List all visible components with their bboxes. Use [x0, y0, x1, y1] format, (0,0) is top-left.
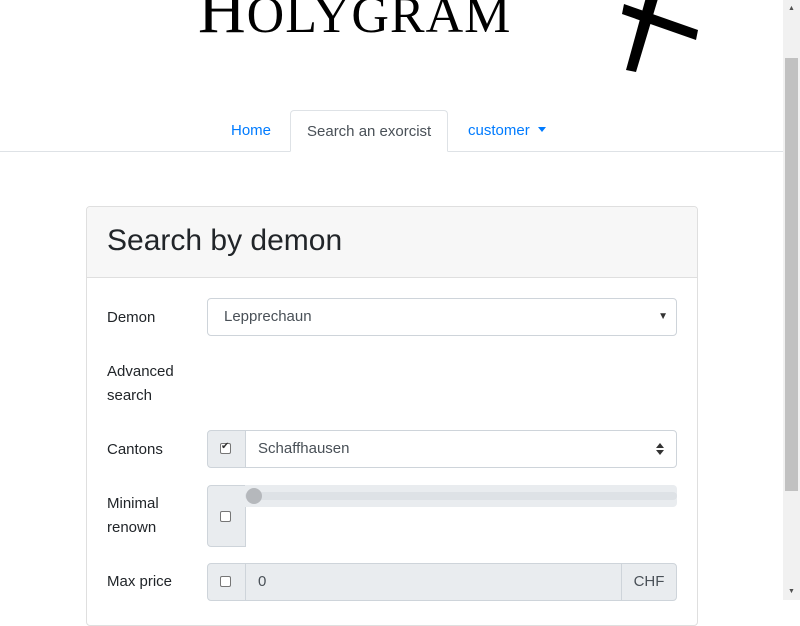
demon-select[interactable]: Lepprechaun ▼	[207, 298, 677, 336]
card-title: Search by demon	[107, 224, 343, 257]
chevron-down-icon	[537, 127, 546, 132]
renown-checkbox[interactable]	[220, 511, 231, 522]
renown-slider[interactable]	[245, 485, 677, 507]
logo-rest: OLYGRAM	[246, 0, 512, 44]
tab-customer[interactable]: customer	[452, 110, 562, 151]
search-card: Search by demon Demon Lepprechaun ▼ Adva…	[86, 206, 698, 626]
advanced-search-label: Advanced search	[107, 360, 174, 408]
cantons-label: Cantons	[107, 441, 163, 458]
tab-home[interactable]: Home	[215, 110, 287, 151]
advanced-label-line2: search	[107, 387, 153, 404]
cantons-select[interactable]: Schaffhausen	[245, 430, 677, 468]
cross-icon	[622, 0, 698, 72]
select-updown-icon	[656, 443, 664, 455]
logo-initial: H	[198, 0, 247, 47]
max-price-input[interactable]: 0	[245, 563, 622, 601]
renown-label: Minimal renown	[107, 492, 159, 540]
tab-customer-label: customer	[468, 122, 530, 139]
demon-select-value: Lepprechaun	[224, 308, 312, 325]
currency-label: CHF	[621, 563, 677, 601]
cantons-select-value: Schaffhausen	[258, 440, 350, 457]
dropdown-arrow-icon: ▼	[658, 311, 668, 322]
tab-home-label: Home	[231, 122, 272, 139]
slider-thumb[interactable]	[246, 488, 262, 504]
demon-label: Demon	[107, 309, 156, 326]
max-price-label: Max price	[107, 573, 173, 590]
scroll-up-arrow-icon[interactable]: ▲	[783, 0, 800, 17]
slider-track	[245, 492, 677, 500]
scrollbar[interactable]: ▲ ▼	[783, 0, 800, 600]
tab-search-exorcist[interactable]: Search an exorcist	[290, 110, 449, 152]
logo-text: HOLYGRAM	[198, 0, 511, 44]
max-price-checkbox-addon	[207, 563, 246, 601]
card-header: Search by demon	[87, 207, 697, 278]
nav-tabs: Home Search an exorcist customer	[0, 110, 783, 152]
tab-search-label: Search an exorcist	[307, 123, 432, 140]
scrollbar-thumb[interactable]	[785, 58, 798, 491]
max-price-checkbox[interactable]	[220, 576, 231, 587]
cantons-checkbox[interactable]	[220, 441, 231, 454]
renown-label-line1: Minimal	[107, 495, 159, 512]
renown-label-line2: renown	[107, 519, 157, 536]
advanced-label-line1: Advanced	[107, 363, 174, 380]
cantons-checkbox-addon	[207, 430, 246, 468]
renown-checkbox-addon	[207, 485, 246, 547]
scroll-down-arrow-icon[interactable]: ▼	[783, 583, 800, 600]
